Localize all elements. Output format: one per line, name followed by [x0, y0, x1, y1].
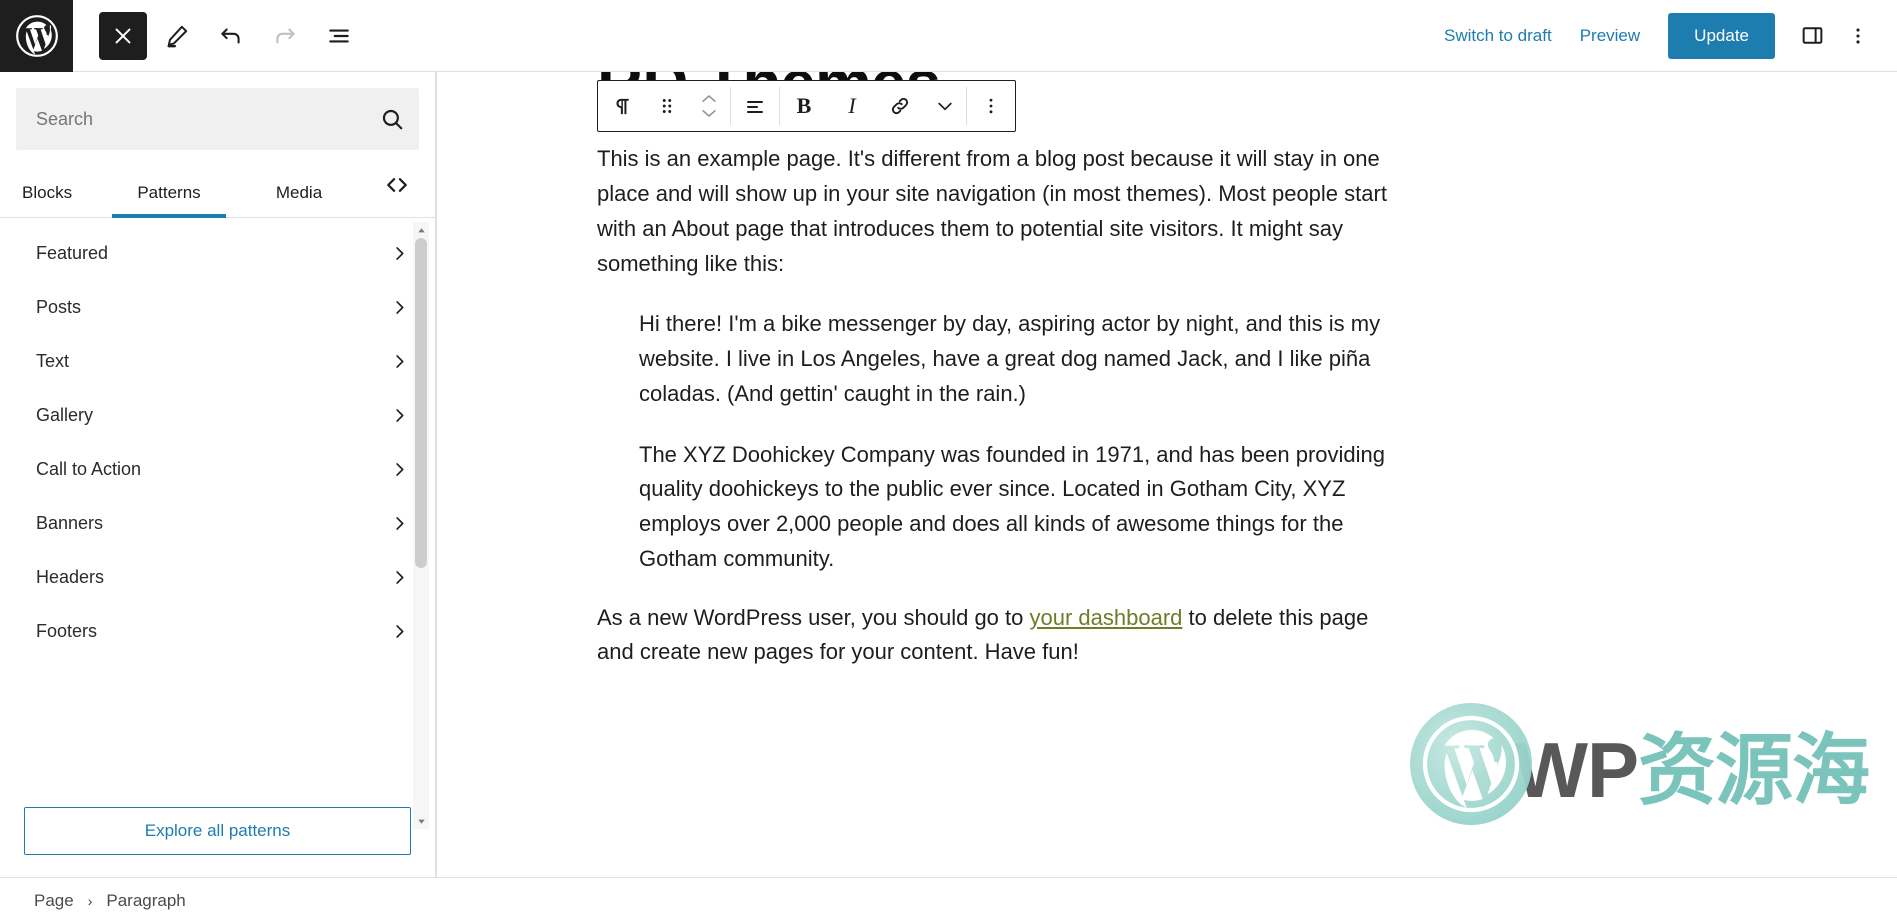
- drag-handle-icon[interactable]: [646, 81, 688, 131]
- bold-button[interactable]: B: [780, 81, 828, 131]
- quote-block[interactable]: Hi there! I'm a bike messenger by day, a…: [597, 307, 1427, 576]
- category-label: Featured: [36, 242, 109, 263]
- your-dashboard-link[interactable]: your dashboard: [1030, 605, 1183, 630]
- tab-blocks[interactable]: Blocks: [0, 161, 104, 217]
- pattern-categories-container: Featured Posts Text Gallery Call to Acti…: [0, 218, 435, 877]
- inserter-tabs: Blocks Patterns Media: [0, 162, 435, 218]
- breadcrumb-separator-icon: ›: [87, 892, 93, 909]
- breadcrumb-item-paragraph[interactable]: Paragraph: [106, 891, 185, 911]
- header-spacer: [363, 0, 1430, 71]
- scroll-down-arrow-icon[interactable]: [413, 813, 429, 829]
- chevron-right-icon: [390, 568, 409, 587]
- chevron-right-icon: [390, 406, 409, 425]
- undo-button[interactable]: [207, 12, 255, 60]
- close-editor-button[interactable]: [99, 11, 147, 60]
- watermark-wordpress-logo: [1410, 703, 1533, 825]
- quote-paragraph-1[interactable]: Hi there! I'm a bike messenger by day, a…: [639, 307, 1427, 411]
- scrollbar-thumb[interactable]: [415, 238, 427, 568]
- editor-footer: Page › Paragraph: [0, 877, 1897, 923]
- search-field[interactable]: [16, 88, 419, 150]
- pattern-category-featured[interactable]: Featured: [0, 226, 435, 280]
- editor-canvas[interactable]: RD Themes This is an example page. It's …: [436, 72, 1897, 877]
- breadcrumb: Page › Paragraph: [0, 891, 186, 911]
- watermark-cn: 资源海: [1637, 726, 1870, 814]
- header-actions: Switch to draft Preview Update: [1430, 0, 1897, 71]
- scroll-up-arrow-icon[interactable]: [413, 222, 429, 238]
- more-rich-text-chevron-down-icon[interactable]: [924, 81, 966, 131]
- document-content: RD Themes This is an example page. It's …: [437, 72, 1897, 670]
- block-inserter-sidebar: Blocks Patterns Media Featured: [0, 72, 436, 877]
- watermark-latin: WP: [1514, 726, 1639, 814]
- chevron-right-icon: [390, 298, 409, 317]
- more-options-button[interactable]: [1835, 13, 1881, 59]
- code-brackets-icon[interactable]: [371, 161, 423, 217]
- pattern-category-list: Featured Posts Text Gallery Call to Acti…: [0, 218, 435, 797]
- category-label: Headers: [36, 566, 105, 587]
- switch-to-draft-button[interactable]: Switch to draft: [1430, 16, 1566, 56]
- chevron-right-icon: [390, 244, 409, 263]
- tab-patterns[interactable]: Patterns: [104, 161, 234, 218]
- chevron-up-icon: [702, 95, 716, 102]
- quote-paragraph-2[interactable]: The XYZ Doohickey Company was founded in…: [639, 438, 1427, 577]
- scrollbar-track[interactable]: [413, 238, 429, 813]
- block-toolbar: B I: [597, 80, 1016, 132]
- search-icon: [365, 106, 419, 132]
- header-tool-group: [73, 0, 363, 71]
- link-icon[interactable]: [876, 81, 924, 131]
- chevron-right-icon: [390, 460, 409, 479]
- paragraph-icon[interactable]: [598, 81, 646, 131]
- pattern-category-posts[interactable]: Posts: [0, 280, 435, 334]
- category-label: Text: [36, 350, 70, 371]
- wordpress-block-editor: Switch to draft Preview Update Search Bl…: [0, 0, 1897, 923]
- edit-mode-pencil-icon[interactable]: [153, 12, 201, 60]
- redo-button[interactable]: [261, 12, 309, 60]
- watermark-text: WP资源海: [1514, 708, 1870, 820]
- pattern-category-text[interactable]: Text: [0, 334, 435, 388]
- list-view-button[interactable]: [315, 12, 363, 60]
- search-input[interactable]: [16, 108, 365, 130]
- category-label: Posts: [36, 296, 82, 317]
- sidebar-scrollbar[interactable]: [413, 222, 429, 829]
- block-type-group: [598, 81, 730, 131]
- pattern-category-footers[interactable]: Footers: [0, 604, 435, 658]
- block-options-group: [967, 81, 1015, 131]
- chevron-right-icon: [390, 514, 409, 533]
- pattern-category-banners[interactable]: Banners: [0, 496, 435, 550]
- align-text-icon[interactable]: [731, 81, 779, 131]
- paragraph-block-2[interactable]: As a new WordPress user, you should go t…: [597, 601, 1387, 671]
- settings-sidebar-toggle[interactable]: [1789, 13, 1835, 59]
- category-label: Call to Action: [36, 458, 142, 479]
- block-options-three-dots-icon[interactable]: [967, 81, 1015, 131]
- category-label: Banners: [36, 512, 104, 533]
- update-button[interactable]: Update: [1668, 12, 1775, 59]
- preview-button[interactable]: Preview: [1566, 16, 1654, 56]
- paragraph-2-text-before: As a new WordPress user, you should go t…: [597, 604, 1030, 630]
- chevron-right-icon: [390, 622, 409, 641]
- explore-all-patterns-button[interactable]: Explore all patterns: [24, 807, 411, 855]
- italic-button[interactable]: I: [828, 81, 876, 131]
- block-mover[interactable]: [688, 81, 730, 131]
- align-group: [731, 81, 779, 131]
- paragraph-block-1[interactable]: This is an example page. It's different …: [597, 142, 1387, 281]
- category-label: Footers: [36, 620, 98, 641]
- breadcrumb-item-page[interactable]: Page: [34, 891, 74, 911]
- editor-header: Switch to draft Preview Update: [0, 0, 1897, 72]
- category-label: Gallery: [36, 404, 94, 425]
- tab-media[interactable]: Media: [234, 161, 364, 217]
- pattern-category-headers[interactable]: Headers: [0, 550, 435, 604]
- wordpress-logo[interactable]: [0, 0, 73, 72]
- rich-text-group: B I: [780, 81, 966, 131]
- chevron-down-icon: [702, 110, 716, 117]
- pattern-category-gallery[interactable]: Gallery: [0, 388, 435, 442]
- pattern-category-call-to-action[interactable]: Call to Action: [0, 442, 435, 496]
- search-container: [0, 72, 435, 162]
- explore-container: Explore all patterns: [0, 797, 435, 877]
- editor-body: Blocks Patterns Media Featured: [0, 72, 1897, 877]
- watermark: WP资源海: [1410, 703, 1870, 825]
- chevron-right-icon: [390, 352, 409, 371]
